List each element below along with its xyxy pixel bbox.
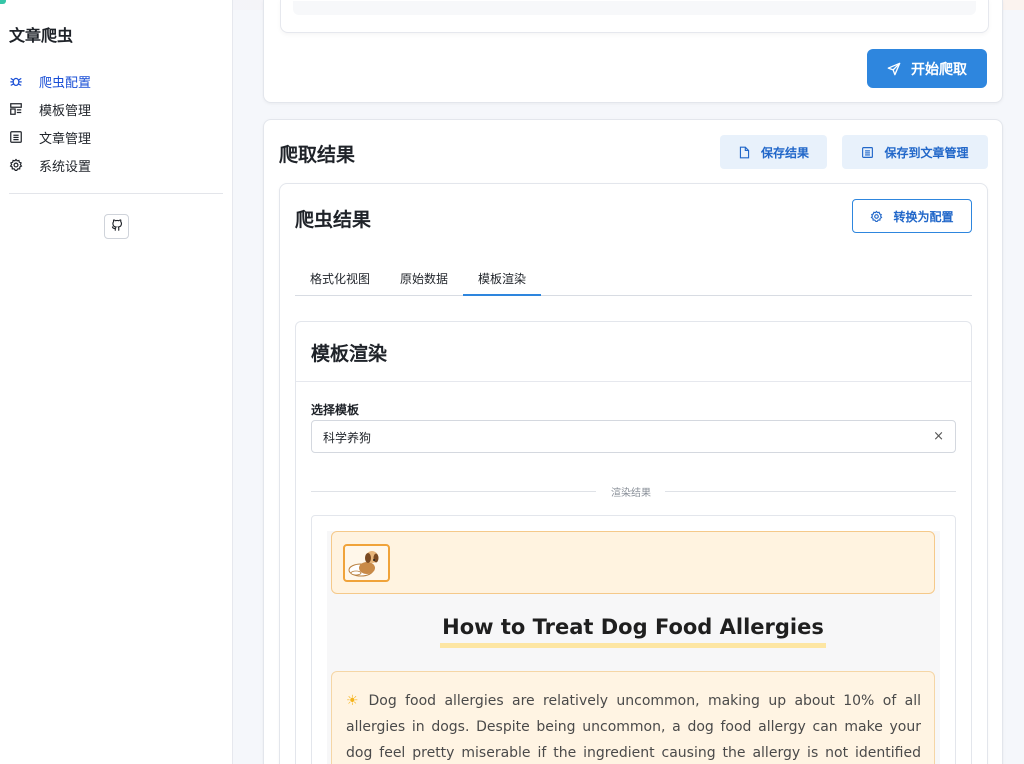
save-results-label: 保存结果 — [760, 145, 809, 160]
github-icon — [110, 217, 124, 236]
article-intro-text: Dog food allergies are relatively uncomm… — [346, 693, 921, 761]
divider-right — [665, 491, 956, 492]
results-title: 爬取结果 — [279, 144, 356, 166]
sidebar-item-label: 爬虫配置 — [39, 75, 92, 91]
template-render-title: 模板渲染 — [311, 343, 388, 365]
article-banner — [331, 531, 935, 594]
result-tabs: 格式化视图 原始数据 模板渲染 — [295, 263, 972, 296]
github-button[interactable] — [104, 214, 129, 239]
save-to-articles-label: 保存到文章管理 — [884, 145, 969, 160]
article-intro: ☀ Dog food allergies are relatively uncom… — [346, 688, 921, 764]
brand-dot — [0, 0, 6, 4]
article-title-text: How to Treat Dog Food Allergies — [440, 615, 826, 648]
selected-template-value: 科学养狗 — [323, 431, 372, 445]
tab-raw-data[interactable]: 原始数据 — [385, 263, 463, 295]
dog-logo-icon — [343, 544, 390, 582]
document-list-icon — [862, 146, 874, 158]
select-template-label: 选择模板 — [311, 403, 360, 417]
save-to-articles-button[interactable]: 保存到文章管理 — [842, 135, 988, 169]
render-result-divider-label: 渲染结果 — [611, 488, 651, 499]
clear-icon[interactable]: × — [933, 429, 944, 444]
crawler-results-title: 爬虫结果 — [295, 209, 372, 231]
sidebar-item-article-management[interactable]: 文章管理 — [9, 123, 224, 151]
file-save-icon — [739, 146, 750, 158]
divider-left — [311, 491, 596, 492]
start-crawl-label: 开始爬取 — [911, 61, 967, 78]
sidebar-nav: 爬虫配置 模板管理 文章管理 系统设置 — [9, 67, 224, 179]
convert-to-config-label: 转换为配置 — [893, 209, 954, 224]
sidebar-item-template-management[interactable]: 模板管理 — [9, 95, 224, 123]
bug-icon — [9, 74, 23, 88]
gear-icon — [9, 158, 23, 172]
sidebar-item-crawler-config[interactable]: 爬虫配置 — [9, 67, 224, 95]
start-crawl-button[interactable]: 开始爬取 — [867, 49, 987, 88]
template-icon — [9, 102, 23, 116]
send-icon — [887, 62, 901, 75]
template-select[interactable]: 科学养狗 × — [311, 420, 956, 453]
sidebar-item-label: 模板管理 — [39, 103, 92, 119]
config-inner-panel — [280, 0, 989, 33]
article-title: How to Treat Dog Food Allergies — [331, 615, 935, 648]
sidebar-item-label: 系统设置 — [39, 159, 92, 175]
sun-icon: ☀ — [346, 693, 363, 709]
tab-formatted-view[interactable]: 格式化视图 — [295, 263, 385, 295]
tab-template-render[interactable]: 模板渲染 — [463, 263, 542, 296]
gear-icon — [871, 210, 883, 222]
sidebar-divider — [9, 193, 223, 194]
app-title: 文章爬虫 — [9, 26, 74, 45]
convert-to-config-button[interactable]: 转换为配置 — [852, 199, 972, 233]
sidebar-item-label: 文章管理 — [39, 131, 92, 147]
sidebar-item-system-settings[interactable]: 系统设置 — [9, 151, 224, 179]
sidebar: 文章爬虫 爬虫配置 模板管理 文章管理 系统设置 — [0, 0, 233, 764]
save-results-button[interactable]: 保存结果 — [720, 135, 827, 169]
template-render-header — [296, 322, 971, 382]
document-list-icon — [9, 130, 23, 144]
